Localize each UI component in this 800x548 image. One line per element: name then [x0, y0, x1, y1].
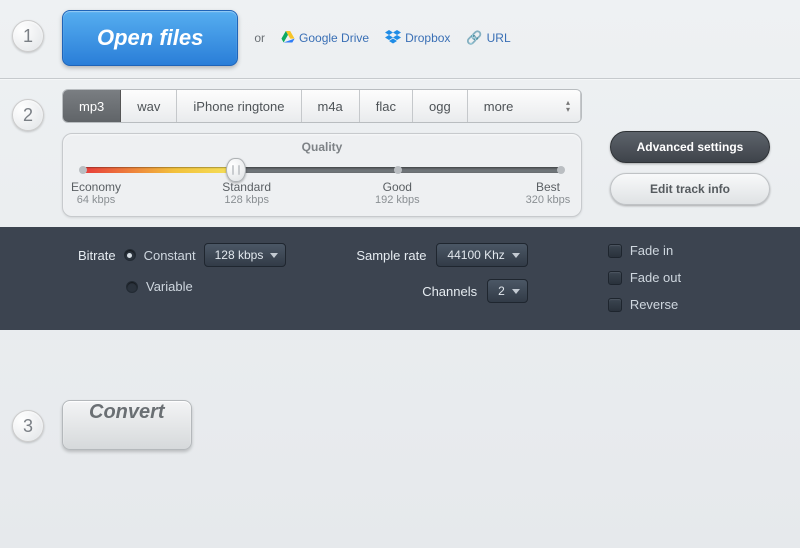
adv-col-sample: Sample rate 44100 Khz Channels 2 — [356, 243, 527, 312]
tick-economy-bitrate: 64 kbps — [61, 194, 131, 206]
section-convert: 3 Convert — [0, 390, 800, 460]
channels-row: Channels 2 — [422, 279, 528, 303]
slider-knob[interactable] — [226, 158, 246, 182]
fade-out-row: Fade out — [608, 270, 681, 285]
url-label: URL — [487, 31, 511, 45]
slider-track-fill — [83, 167, 236, 173]
channels-label: Channels — [422, 284, 477, 299]
slider-stop-good — [394, 166, 402, 174]
side-buttons: Advanced settings Edit track info — [610, 131, 770, 205]
advanced-settings-button[interactable]: Advanced settings — [610, 131, 770, 163]
quality-title: Quality — [81, 140, 563, 154]
tab-more[interactable]: more ▴▾ — [468, 90, 581, 122]
tick-good-name: Good — [362, 180, 432, 194]
tab-wav[interactable]: wav — [121, 90, 177, 122]
sample-rate-label: Sample rate — [356, 248, 426, 263]
google-drive-link[interactable]: Google Drive — [281, 31, 369, 46]
tick-good: Good 192 kbps — [362, 180, 432, 206]
open-files-button[interactable]: Open files — [62, 10, 238, 66]
tick-standard-bitrate: 128 kbps — [212, 194, 282, 206]
open-row: Open files or Google Drive Dropbox 🔗 URL — [62, 10, 511, 66]
sample-rate-select[interactable]: 44100 Khz — [436, 243, 527, 267]
quality-card: Quality Economy 64 kbps Standard 128 kbp… — [62, 133, 582, 217]
tick-best-name: Best — [513, 180, 583, 194]
tick-standard: Standard 128 kbps — [212, 180, 282, 206]
reverse-label: Reverse — [630, 297, 678, 312]
step-3-badge: 3 — [12, 410, 44, 442]
channels-select[interactable]: 2 — [487, 279, 528, 303]
step-1-badge: 1 — [12, 20, 44, 52]
tab-mp3[interactable]: mp3 — [63, 90, 121, 122]
tick-best: Best 320 kbps — [513, 180, 583, 206]
tab-m4a[interactable]: m4a — [302, 90, 360, 122]
fade-in-checkbox[interactable] — [608, 244, 622, 258]
bitrate-variable-row: Variable — [126, 279, 286, 294]
reverse-row: Reverse — [608, 297, 681, 312]
google-drive-icon — [281, 31, 295, 46]
bitrate-label: Bitrate — [78, 248, 116, 263]
fade-out-label: Fade out — [630, 270, 681, 285]
dropbox-icon — [385, 30, 401, 47]
bitrate-constant-row: Bitrate Constant 128 kbps — [78, 243, 286, 267]
bitrate-constant-label: Constant — [144, 248, 196, 263]
tab-ogg[interactable]: ogg — [413, 90, 468, 122]
tick-economy: Economy 64 kbps — [61, 180, 131, 206]
sort-arrows-icon: ▴▾ — [566, 99, 570, 113]
link-icon: 🔗 — [466, 30, 482, 46]
fade-in-label: Fade in — [630, 243, 673, 258]
tick-economy-name: Economy — [61, 180, 131, 194]
step-2-badge: 2 — [12, 99, 44, 131]
tab-more-label: more — [484, 99, 514, 114]
adv-col-effects: Fade in Fade out Reverse — [608, 243, 681, 312]
tab-iphone-ringtone[interactable]: iPhone ringtone — [177, 90, 301, 122]
quality-slider[interactable] — [83, 164, 561, 174]
section-open: 1 Open files or Google Drive Dropbox 🔗 U… — [0, 0, 800, 76]
slider-stop-economy — [79, 166, 87, 174]
advanced-panel: Bitrate Constant 128 kbps Variable Sampl… — [0, 227, 800, 330]
dropbox-link[interactable]: Dropbox — [385, 30, 450, 47]
bitrate-variable-radio[interactable] — [126, 281, 138, 293]
edit-track-info-button[interactable]: Edit track info — [610, 173, 770, 205]
convert-button[interactable]: Convert — [62, 400, 192, 450]
tick-best-bitrate: 320 kbps — [513, 194, 583, 206]
fade-in-row: Fade in — [608, 243, 681, 258]
or-text: or — [254, 31, 265, 45]
bitrate-constant-radio[interactable] — [124, 249, 136, 261]
quality-ticks: Economy 64 kbps Standard 128 kbps Good 1… — [81, 180, 563, 206]
bitrate-variable-label: Variable — [146, 279, 193, 294]
bitrate-select[interactable]: 128 kbps — [204, 243, 287, 267]
tab-flac[interactable]: flac — [360, 90, 413, 122]
format-tabs: mp3 wav iPhone ringtone m4a flac ogg mor… — [62, 89, 582, 123]
dropbox-label: Dropbox — [405, 31, 450, 45]
tick-good-bitrate: 192 kbps — [362, 194, 432, 206]
sample-rate-row: Sample rate 44100 Khz — [356, 243, 527, 267]
reverse-checkbox[interactable] — [608, 298, 622, 312]
url-link[interactable]: 🔗 URL — [466, 30, 510, 46]
adv-col-bitrate: Bitrate Constant 128 kbps Variable — [78, 243, 286, 312]
slider-stop-best — [557, 166, 565, 174]
tick-standard-name: Standard — [212, 180, 282, 194]
fade-out-checkbox[interactable] — [608, 271, 622, 285]
section-format: 2 mp3 wav iPhone ringtone m4a flac ogg m… — [0, 79, 800, 227]
google-drive-label: Google Drive — [299, 31, 369, 45]
